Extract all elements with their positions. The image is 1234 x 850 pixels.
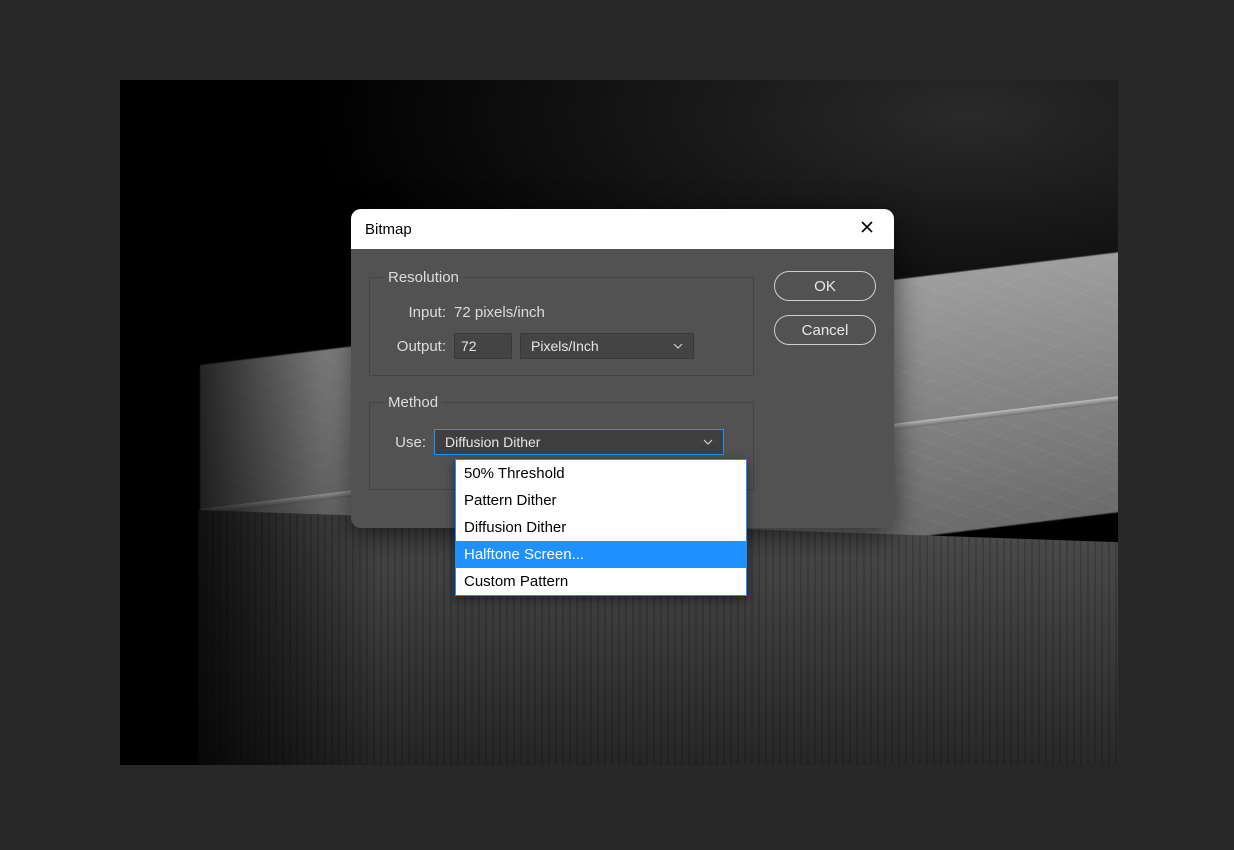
- input-value: 72 pixels/inch: [454, 304, 545, 321]
- ok-button[interactable]: OK: [774, 271, 876, 301]
- method-select-value: Diffusion Dither: [445, 434, 540, 450]
- close-icon[interactable]: [854, 216, 880, 242]
- method-option[interactable]: Halftone Screen...: [456, 541, 746, 568]
- use-label: Use:: [384, 434, 426, 451]
- method-option[interactable]: Diffusion Dither: [456, 514, 746, 541]
- resolution-legend: Resolution: [384, 269, 463, 286]
- method-dropdown[interactable]: 50% ThresholdPattern DitherDiffusion Dit…: [455, 459, 747, 596]
- resolution-group: Resolution Input: 72 pixels/inch Output:…: [369, 269, 754, 376]
- method-select[interactable]: Diffusion Dither: [434, 429, 724, 455]
- chevron-down-icon: [673, 341, 683, 352]
- method-legend: Method: [384, 394, 442, 411]
- method-option[interactable]: Pattern Dither: [456, 487, 746, 514]
- unit-select[interactable]: Pixels/Inch: [520, 333, 694, 359]
- dialog-title: Bitmap: [365, 221, 412, 238]
- method-option[interactable]: Custom Pattern: [456, 568, 746, 595]
- chevron-down-icon: [703, 437, 713, 448]
- unit-select-value: Pixels/Inch: [531, 338, 599, 354]
- cancel-button[interactable]: Cancel: [774, 315, 876, 345]
- output-field[interactable]: [454, 333, 512, 359]
- input-label: Input:: [384, 304, 446, 321]
- output-label: Output:: [384, 338, 446, 355]
- method-option[interactable]: 50% Threshold: [456, 460, 746, 487]
- dialog-titlebar[interactable]: Bitmap: [351, 209, 894, 249]
